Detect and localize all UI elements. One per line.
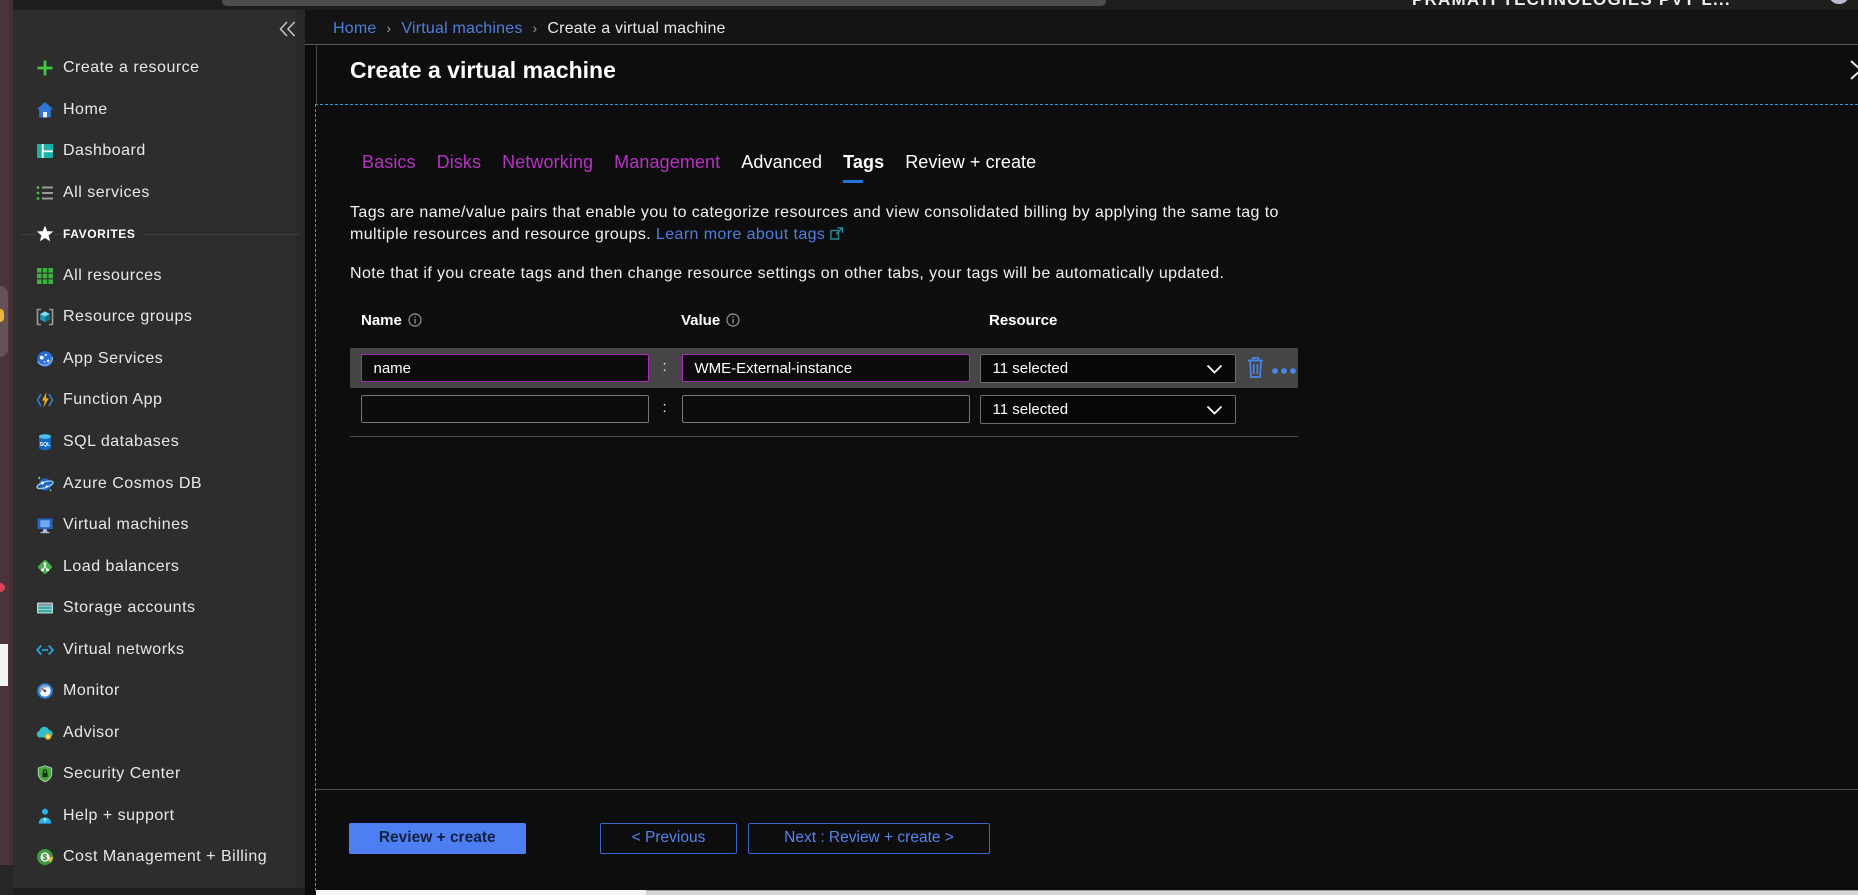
svg-text:$: $ [43,853,48,862]
svg-text:SQL: SQL [40,442,51,448]
